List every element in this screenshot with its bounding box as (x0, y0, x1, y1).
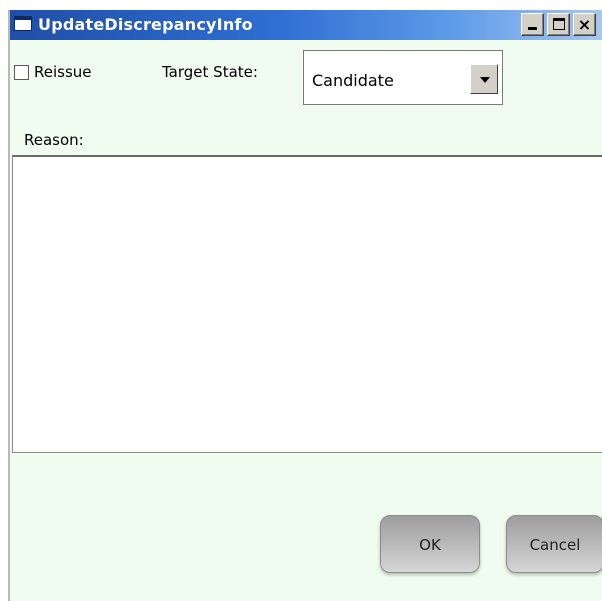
ok-button[interactable]: OK (380, 515, 480, 573)
title-bar[interactable]: UpdateDiscrepancyInfo × (10, 10, 602, 40)
window-icon (14, 16, 32, 31)
dialog-window: UpdateDiscrepancyInfo × Reissue Target S… (8, 10, 602, 601)
close-button[interactable]: × (573, 13, 596, 36)
maximize-icon (553, 18, 565, 30)
reissue-label: Reissue (34, 63, 92, 81)
reissue-checkbox[interactable] (14, 65, 29, 80)
close-icon: × (577, 15, 592, 34)
chevron-down-icon[interactable] (470, 64, 498, 94)
reason-textarea[interactable] (12, 155, 602, 453)
target-state-label: Target State: (162, 63, 258, 81)
cancel-button[interactable]: Cancel (506, 515, 602, 573)
window-title: UpdateDiscrepancyInfo (38, 15, 253, 34)
target-state-select[interactable]: Candidate (303, 50, 503, 105)
maximize-button[interactable] (547, 13, 570, 36)
minimize-button[interactable] (521, 13, 544, 36)
target-state-value: Candidate (312, 71, 394, 90)
reason-label: Reason: (24, 131, 84, 149)
minimize-icon (528, 27, 537, 30)
